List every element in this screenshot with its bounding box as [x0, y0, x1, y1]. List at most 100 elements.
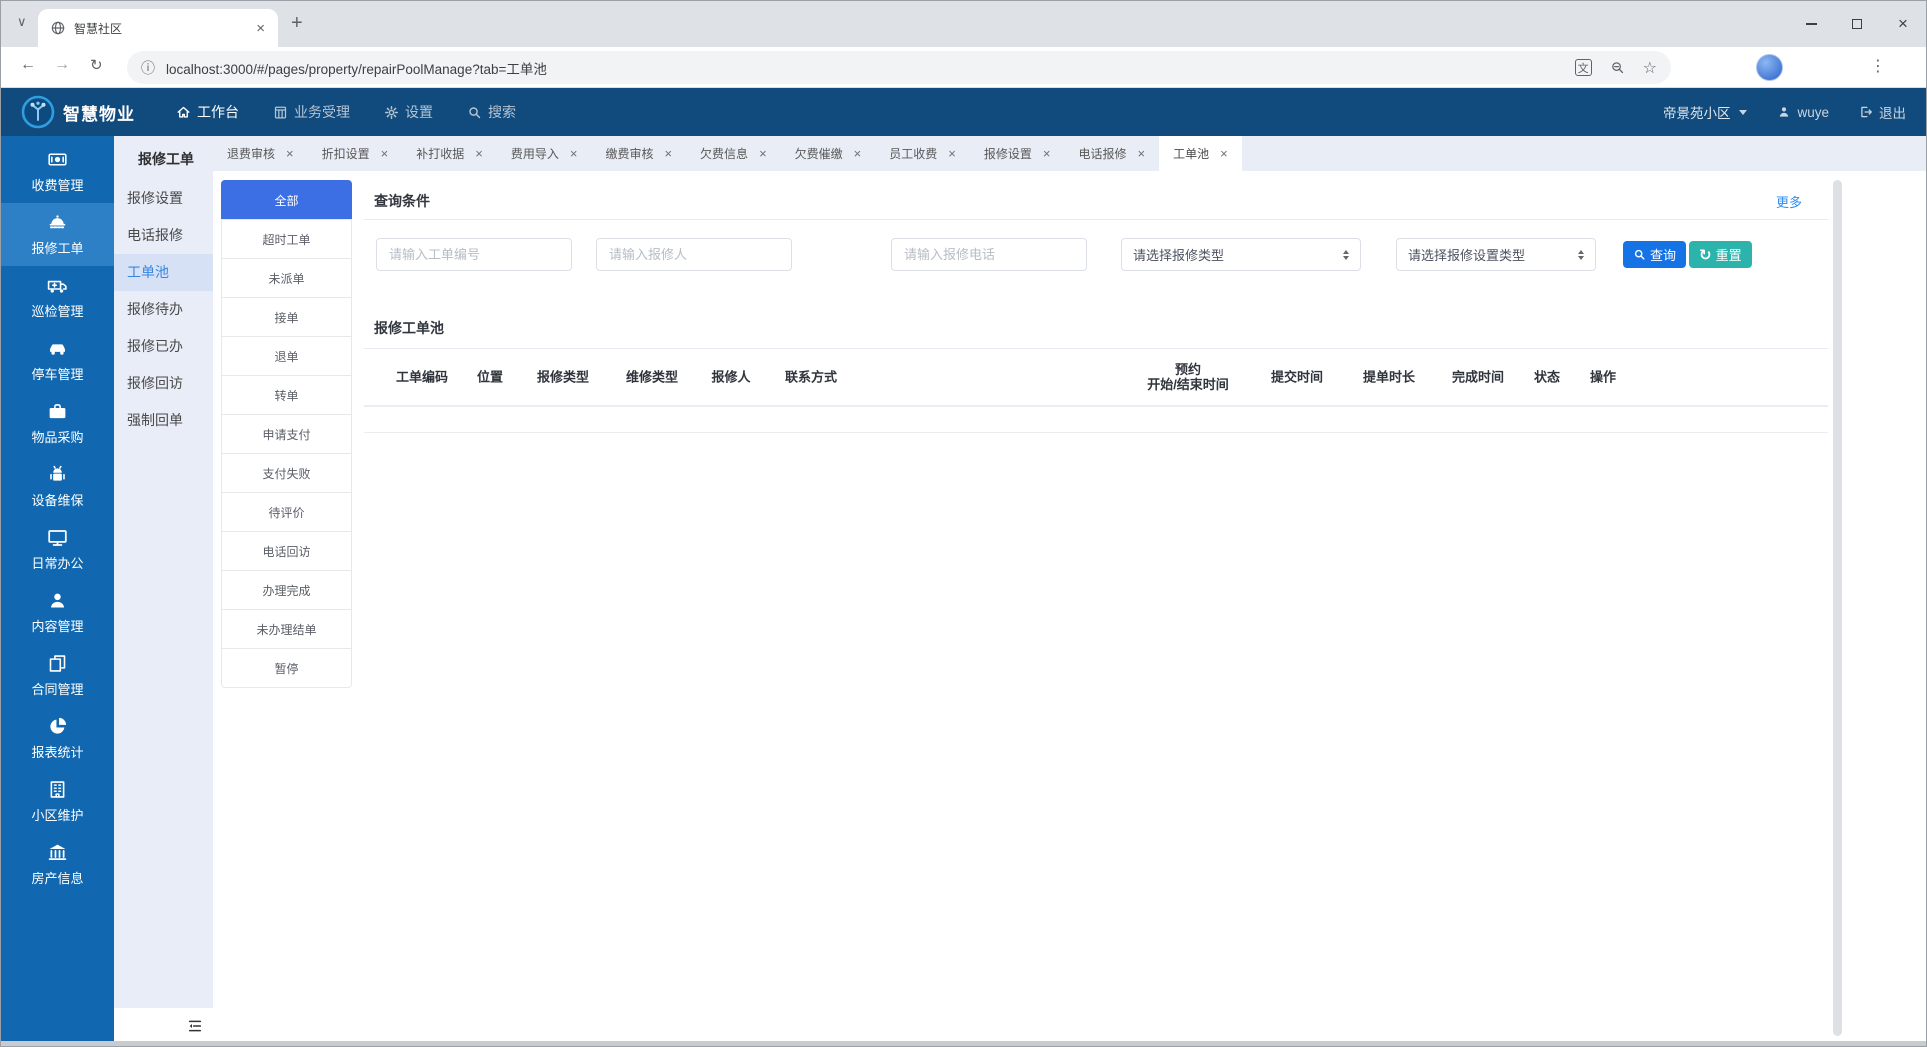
submenu-item[interactable]: 报修待办: [114, 291, 213, 328]
collapse-sidebar-icon[interactable]: [187, 1018, 203, 1034]
nav-menu-search[interactable]: 搜索: [450, 88, 533, 136]
page-tab-close-icon[interactable]: ×: [1138, 146, 1146, 161]
page-tab-close-icon[interactable]: ×: [381, 146, 389, 161]
page-tab[interactable]: 退费审核 ×: [213, 136, 308, 171]
status-filter-item[interactable]: 支付失败: [221, 453, 352, 493]
status-filter-item[interactable]: 待评价: [221, 492, 352, 532]
page-tab-close-icon[interactable]: ×: [854, 146, 862, 161]
sidebar-item[interactable]: 小区维护: [1, 770, 114, 833]
order-no-input[interactable]: [376, 238, 572, 271]
repair-type-select[interactable]: 请选择报修类型: [1121, 238, 1361, 271]
sidebar-item-label: 停车管理: [31, 367, 84, 382]
page-tab[interactable]: 报修设置 ×: [970, 136, 1065, 171]
sidebar-item[interactable]: 巡检管理: [1, 266, 114, 329]
status-filter-item[interactable]: 办理完成: [221, 570, 352, 610]
page-tab[interactable]: 补打收据 ×: [402, 136, 497, 171]
submenu-item[interactable]: 工单池: [114, 254, 213, 291]
sidebar-item[interactable]: 报修工单: [1, 203, 114, 266]
submenu-item[interactable]: 电话报修: [114, 217, 213, 254]
reload-icon[interactable]: ↻: [90, 56, 103, 74]
secondary-sidebar: 报修工单 报修设置 电话报修 工单池 报修待办 报修已办 报修回访 强制回单: [114, 136, 213, 1046]
maximize-button[interactable]: [1834, 1, 1880, 47]
page-tab[interactable]: 工单池 ×: [1159, 136, 1242, 171]
sidebar-item[interactable]: 日常办公: [1, 518, 114, 581]
page-content: 全部 超时工单 未派单 接单 退单 转单 申请支付 支付失败 待评价 电话回访 办理完成 未办理结单暂…: [213, 171, 1926, 1046]
search-button[interactable]: 查询: [1623, 241, 1687, 268]
page-tab-close-icon[interactable]: ×: [948, 146, 956, 161]
page-tab-close-icon[interactable]: ×: [759, 146, 767, 161]
close-window-button[interactable]: ×: [1880, 1, 1926, 47]
zoom-out-icon[interactable]: [1610, 60, 1625, 75]
status-filter-item[interactable]: 电话回访: [221, 531, 352, 571]
status-filter-item[interactable]: 申请支付: [221, 414, 352, 454]
page-tab-close-icon[interactable]: ×: [475, 146, 483, 161]
nav-menu-business[interactable]: 业务受理: [256, 88, 367, 136]
url-text[interactable]: localhost:3000/#/pages/property/repairPo…: [166, 58, 1557, 78]
sidebar-item[interactable]: 合同管理: [1, 644, 114, 707]
reporter-input[interactable]: [596, 238, 792, 271]
tab-search-chevron-icon[interactable]: ∨: [17, 14, 27, 30]
page-tab[interactable]: 欠费催缴 ×: [781, 136, 876, 171]
table-column-header: 工单编码: [395, 369, 449, 385]
status-filter-item[interactable]: 接单: [221, 297, 352, 337]
translate-icon[interactable]: 文: [1574, 59, 1592, 76]
page-tab-close-icon[interactable]: ×: [1220, 146, 1228, 161]
page-tabbar: 退费审核 × 折扣设置 × 补打收据 × 费用导入 × 缴费审核 × 欠费信息 × 欠费催缴 × 员工收费 ×…: [213, 136, 1926, 171]
status-filter-item[interactable]: 全部: [221, 180, 352, 220]
page-tab-close-icon[interactable]: ×: [664, 146, 672, 161]
repair-setting-type-select[interactable]: 请选择报修设置类型: [1396, 238, 1596, 271]
sidebar-item[interactable]: 停车管理: [1, 329, 114, 392]
profile-avatar[interactable]: [1756, 54, 1783, 81]
user-menu[interactable]: wuye: [1777, 105, 1829, 120]
submenu-item[interactable]: 报修设置: [114, 180, 213, 217]
status-filter-item[interactable]: 退单: [221, 336, 352, 376]
community-selector[interactable]: 帝景苑小区: [1663, 102, 1748, 122]
sidebar-item[interactable]: 设备维保: [1, 455, 114, 518]
page-info-icon[interactable]: ⓘ: [141, 58, 155, 78]
page-tab[interactable]: 缴费审核 ×: [591, 136, 686, 171]
sidebar-item[interactable]: 房产信息: [1, 833, 114, 896]
reset-button[interactable]: ↻ 重置: [1689, 241, 1752, 268]
sidebar-item[interactable]: 收费管理: [1, 140, 114, 203]
submenu-item[interactable]: 报修回访: [114, 365, 213, 402]
status-filter-item[interactable]: 未办理结单: [221, 609, 352, 649]
bookmark-star-icon[interactable]: ☆: [1643, 58, 1657, 78]
tab-close-icon[interactable]: ×: [253, 20, 268, 37]
address-bar[interactable]: ⓘ localhost:3000/#/pages/property/repair…: [127, 51, 1671, 84]
status-filter-item[interactable]: 超时工单: [221, 219, 352, 259]
logout-button[interactable]: 退出: [1859, 102, 1906, 122]
browser-menu-icon[interactable]: ⋮: [1870, 56, 1886, 76]
status-filter-item[interactable]: 转单: [221, 375, 352, 415]
status-filter-item[interactable]: 未派单: [221, 258, 352, 298]
forward-icon[interactable]: →: [54, 56, 70, 74]
page-tab[interactable]: 费用导入 ×: [497, 136, 592, 171]
page-tab[interactable]: 电话报修 ×: [1064, 136, 1159, 171]
sidebar-item[interactable]: 内容管理: [1, 581, 114, 644]
minimize-button[interactable]: [1788, 1, 1834, 47]
brand-logo-icon: [21, 95, 55, 129]
submenu-item[interactable]: 报修已办: [114, 328, 213, 365]
status-filter-item[interactable]: 暂停: [221, 648, 352, 688]
sidebar-item[interactable]: 报表统计: [1, 707, 114, 770]
page-tab[interactable]: 员工收费 ×: [875, 136, 970, 171]
back-icon[interactable]: ←: [20, 56, 36, 74]
page-tab-label: 欠费信息: [700, 147, 749, 161]
app-body: 收费管理 报修工单 巡检管理停车管理物品采购 设备维保 日常办公 内容管理 合同管理 报表统计…: [1, 136, 1926, 1046]
phone-input[interactable]: [891, 238, 1087, 271]
page-tab-close-icon[interactable]: ×: [1043, 146, 1051, 161]
submenu-item[interactable]: 强制回单: [114, 402, 213, 439]
select-arrows-icon: [1343, 249, 1349, 260]
app-brand[interactable]: 智慧物业: [21, 95, 135, 129]
nav-menu-settings[interactable]: 设置: [367, 88, 450, 136]
sidebar-item[interactable]: 物品采购: [1, 392, 114, 455]
nav-menu-label: 工作台: [197, 104, 239, 120]
page-tab-close-icon[interactable]: ×: [286, 146, 294, 161]
page-tab[interactable]: 欠费信息 ×: [686, 136, 781, 171]
page-tab[interactable]: 折扣设置 ×: [308, 136, 403, 171]
content-scrollbar[interactable]: [1833, 180, 1842, 1036]
new-tab-button[interactable]: +: [291, 12, 303, 35]
more-link[interactable]: 更多: [1776, 192, 1802, 211]
page-tab-close-icon[interactable]: ×: [570, 146, 578, 161]
nav-menu-workbench[interactable]: 工作台: [159, 88, 256, 136]
browser-tab[interactable]: 智慧社区 ×: [38, 9, 278, 47]
